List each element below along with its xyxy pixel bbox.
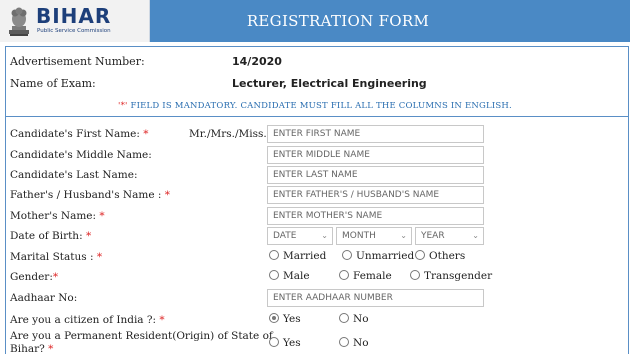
marital-married-radio[interactable]: Married xyxy=(269,250,326,266)
marital-unmarried-radio[interactable]: Unmarried xyxy=(342,250,414,266)
father-name-row: Father's / Husband's Name : * ENTER FATH… xyxy=(10,186,620,206)
aadhaar-row: Aadhaar No: ENTER AADHAAR NUMBER xyxy=(10,289,620,309)
exam-label: Name of Exam: xyxy=(10,77,96,90)
dob-year-select[interactable]: YEAR ⌄ xyxy=(415,227,484,245)
resident-row: Are you a Permanent Resident(Origin) of … xyxy=(10,330,620,354)
dob-date-select[interactable]: DATE ⌄ xyxy=(267,227,333,245)
marital-status-label: Marital Status : * xyxy=(10,251,103,263)
first-name-input[interactable]: ENTER FIRST NAME xyxy=(267,125,484,143)
advertisement-row: Advertisement Number: 14/2020 xyxy=(5,52,605,72)
divider xyxy=(5,116,629,117)
last-name-input[interactable]: ENTER LAST NAME xyxy=(267,166,484,184)
page-title: REGISTRATION FORM xyxy=(246,12,430,30)
citizen-yes-radio[interactable]: Yes xyxy=(269,313,301,329)
advertisement-value: 14/2020 xyxy=(232,55,282,68)
mother-name-row: Mother's Name: * ENTER MOTHER'S NAME xyxy=(10,207,620,227)
father-name-label: Father's / Husband's Name : * xyxy=(10,189,171,201)
aadhaar-input[interactable]: ENTER AADHAAR NUMBER xyxy=(267,289,484,307)
exam-row: Name of Exam: Lecturer, Electrical Engin… xyxy=(5,74,605,94)
exam-value: Lecturer, Electrical Engineering xyxy=(232,77,427,90)
last-name-label: Candidate's Last Name: xyxy=(10,169,138,181)
header-bar: BIHAR Public Service Commission REGISTRA… xyxy=(0,0,630,42)
chevron-down-icon: ⌄ xyxy=(400,231,407,240)
logo-subtitle: Public Service Commission xyxy=(37,28,111,34)
father-name-input[interactable]: ENTER FATHER'S / HUSBAND'S NAME xyxy=(267,186,484,204)
dob-label: Date of Birth: * xyxy=(10,230,92,242)
chevron-down-icon: ⌄ xyxy=(472,231,479,240)
gender-female-radio[interactable]: Female xyxy=(339,270,392,286)
mandatory-notice: '*' FIELD IS MANDATORY. CANDIDATE MUST F… xyxy=(0,101,630,111)
title-prefix: Mr./Mrs./Miss. xyxy=(189,128,267,140)
mother-name-label: Mother's Name: * xyxy=(10,210,105,222)
dob-month-select[interactable]: MONTH ⌄ xyxy=(336,227,412,245)
mother-name-input[interactable]: ENTER MOTHER'S NAME xyxy=(267,207,484,225)
marital-others-radio[interactable]: Others xyxy=(415,250,465,266)
gender-row: Gender:* Male Female Transgender xyxy=(10,268,620,288)
resident-yes-radio[interactable]: Yes xyxy=(269,337,301,353)
resident-label: Are you a Permanent Resident(Origin) of … xyxy=(10,330,273,354)
first-name-row: Candidate's First Name: * Mr./Mrs./Miss.… xyxy=(10,125,620,145)
citizen-label: Are you a citizen of India ?: * xyxy=(10,314,165,326)
middle-name-input[interactable]: ENTER MIDDLE NAME xyxy=(267,146,484,164)
mandatory-star: '*' xyxy=(118,101,128,111)
bpsc-logo[interactable]: BIHAR Public Service Commission xyxy=(0,0,150,42)
mandatory-text: FIELD IS MANDATORY. CANDIDATE MUST FILL … xyxy=(127,101,512,111)
emblem-icon xyxy=(9,7,29,36)
dob-row: Date of Birth: * DATE ⌄ MONTH ⌄ YEAR ⌄ xyxy=(10,227,620,247)
gender-transgender-radio[interactable]: Transgender xyxy=(410,270,492,286)
middle-name-row: Candidate's Middle Name: ENTER MIDDLE NA… xyxy=(10,146,620,166)
first-name-label: Candidate's First Name: * xyxy=(10,128,149,140)
aadhaar-label: Aadhaar No: xyxy=(10,292,78,304)
logo-title: BIHAR xyxy=(36,4,112,28)
citizen-row: Are you a citizen of India ?: * Yes No xyxy=(10,311,620,331)
advertisement-label: Advertisement Number: xyxy=(10,55,145,68)
resident-no-radio[interactable]: No xyxy=(339,337,369,353)
gender-male-radio[interactable]: Male xyxy=(269,270,310,286)
gender-label: Gender:* xyxy=(10,271,59,283)
marital-status-row: Marital Status : * Married Unmarried Oth… xyxy=(10,248,620,268)
citizen-no-radio[interactable]: No xyxy=(339,313,369,329)
last-name-row: Candidate's Last Name: ENTER LAST NAME xyxy=(10,166,620,186)
chevron-down-icon: ⌄ xyxy=(321,231,328,240)
middle-name-label: Candidate's Middle Name: xyxy=(10,149,152,161)
